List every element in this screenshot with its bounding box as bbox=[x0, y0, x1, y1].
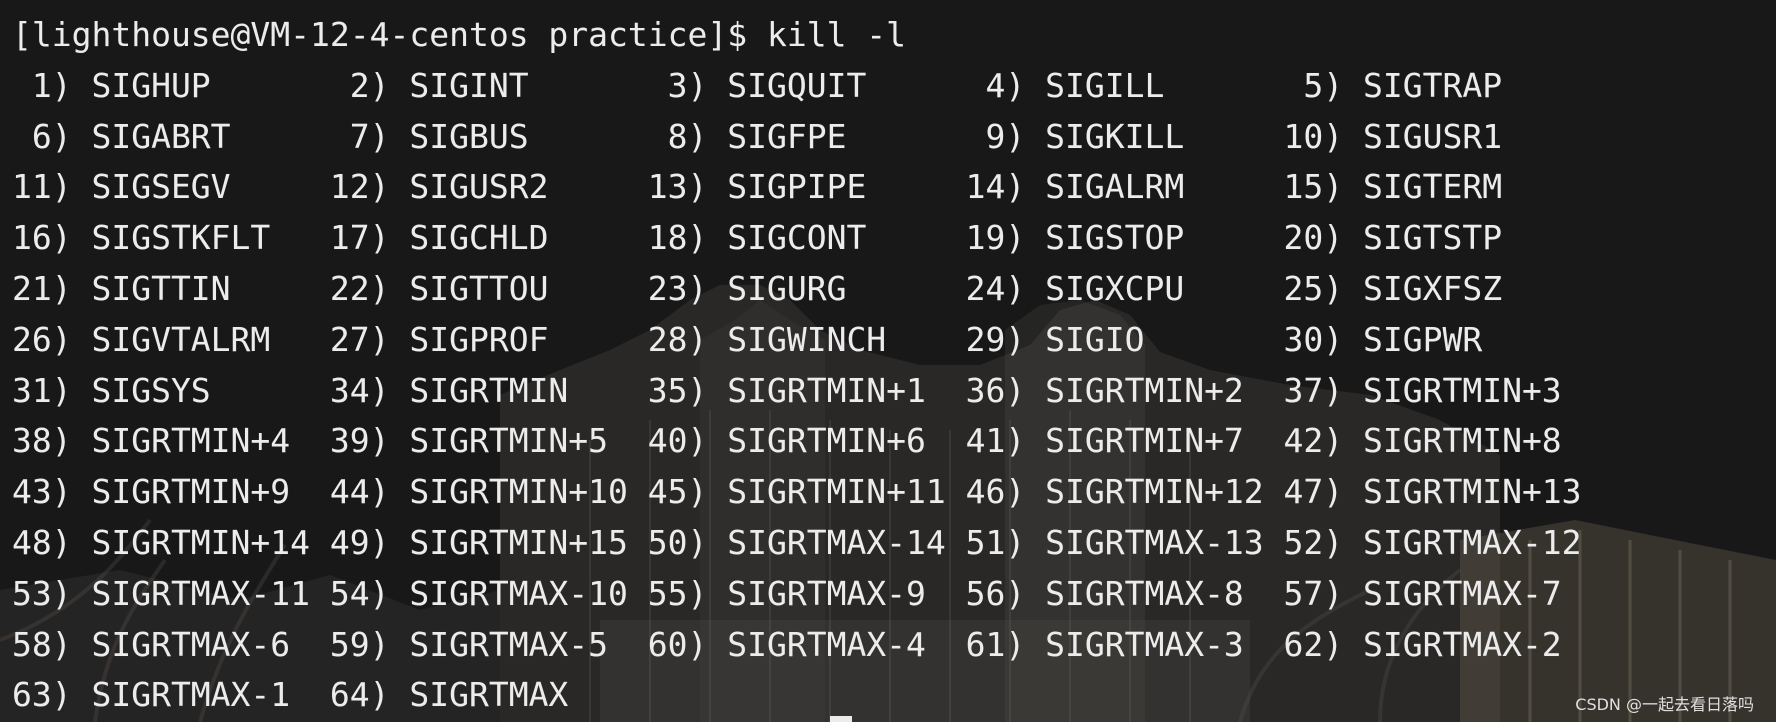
signal-line-13: 63) SIGRTMAX-1 64) SIGRTMAX bbox=[12, 675, 569, 715]
signal-line-4: 16) SIGSTKFLT 17) SIGCHLD 18) SIGCONT 19… bbox=[12, 218, 1503, 258]
signal-line-12: 58) SIGRTMAX-6 59) SIGRTMAX-5 60) SIGRTM… bbox=[12, 624, 1562, 664]
signal-line-10: 48) SIGRTMIN+14 49) SIGRTMIN+15 50) SIGR… bbox=[12, 522, 1582, 562]
signal-line-5: 21) SIGTTIN 22) SIGTTOU 23) SIGURG 24) S… bbox=[12, 268, 1503, 308]
terminal-cursor bbox=[830, 716, 852, 722]
signal-line-2: 6) SIGABRT 7) SIGBUS 8) SIGFPE 9) SIGKIL… bbox=[12, 116, 1503, 156]
signal-line-3: 11) SIGSEGV 12) SIGUSR2 13) SIGPIPE 14) … bbox=[12, 167, 1503, 207]
signal-line-8: 38) SIGRTMIN+4 39) SIGRTMIN+5 40) SIGRTM… bbox=[12, 421, 1562, 461]
signal-line-7: 31) SIGSYS 34) SIGRTMIN 35) SIGRTMIN+1 3… bbox=[12, 370, 1562, 410]
csdn-watermark: CSDN @一起去看日落吗 bbox=[1575, 695, 1754, 714]
signal-line-6: 26) SIGVTALRM 27) SIGPROF 28) SIGWINCH 2… bbox=[12, 319, 1483, 359]
signal-line-11: 53) SIGRTMAX-11 54) SIGRTMAX-10 55) SIGR… bbox=[12, 573, 1562, 613]
terminal-window[interactable]: [lighthouse@VM-12-4-centos practice]$ ki… bbox=[0, 0, 1776, 722]
terminal-output[interactable]: [lighthouse@VM-12-4-centos practice]$ ki… bbox=[12, 10, 1582, 721]
signal-line-9: 43) SIGRTMIN+9 44) SIGRTMIN+10 45) SIGRT… bbox=[12, 472, 1582, 512]
signal-line-1: 1) SIGHUP 2) SIGINT 3) SIGQUIT 4) SIGILL… bbox=[12, 65, 1503, 105]
terminal-prompt-line: [lighthouse@VM-12-4-centos practice]$ ki… bbox=[12, 15, 907, 54]
